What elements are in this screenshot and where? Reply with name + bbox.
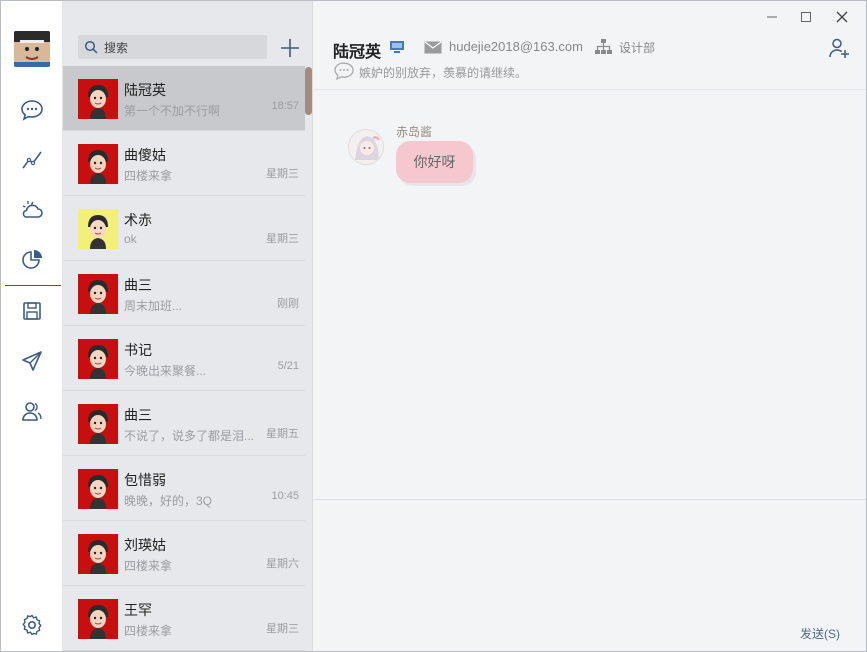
search-placeholder: 搜索 [104,40,129,55]
search-input[interactable]: 搜索 [78,35,267,59]
nav-chat-button[interactable] [1,90,62,130]
conversation-item[interactable]: 书记今晚出来聚餐... 5/21 [63,326,305,391]
chat-bubble-icon [20,100,43,121]
contact-avatar [78,599,118,639]
contact-avatar [78,144,118,184]
list-scrollbar[interactable] [305,67,312,115]
conversation-item[interactable]: 曲三不说了，说多了都是泪... 星期五 [63,391,305,456]
contact-name: 曲三 [124,277,152,293]
message-time: 星期三 [266,168,299,180]
send-plane-icon [21,351,42,371]
conversation-item[interactable]: 术赤 ok 星期三 [63,196,305,261]
close-button[interactable] [832,7,852,27]
nav-weather-button[interactable] [1,190,62,230]
contact-name: 陆冠英 [124,82,166,98]
sender-avatar[interactable] [348,129,384,165]
add-contact-button[interactable] [828,37,850,64]
header-divider [314,89,866,90]
message-time: 星期五 [266,428,299,440]
last-message: 晚晚，好的，3Q [124,494,213,508]
contact-name: 包惜弱 [124,472,166,488]
last-message: 四楼来拿 [124,559,173,573]
message-time: 刚刚 [277,298,299,310]
maximize-button[interactable] [796,7,816,27]
nav-stats-button[interactable] [1,240,62,280]
contact-name: 术赤 [124,212,152,228]
contact-avatar [78,79,118,119]
my-avatar[interactable] [14,31,50,67]
send-button[interactable]: 发送(S) [800,625,840,642]
contact-signature: 嫉妒的别放弃，羡慕的请继续。 [359,66,528,80]
last-message: ok [124,232,137,246]
floppy-disk-icon [22,302,41,320]
contact-avatar [78,209,118,249]
nav-send-button[interactable] [1,341,62,381]
message-bubble[interactable]: 你好呀 [396,141,473,183]
nav-save-button[interactable] [1,291,62,331]
last-message: 今晚出来聚餐... [124,364,207,378]
contact-name: 书记 [124,342,152,358]
nav-trend-button[interactable] [1,140,62,180]
contact-avatar [78,534,118,574]
message-time: 星期三 [266,233,299,245]
message-time: 星期三 [266,623,299,635]
contact-name: 曲傻姑 [124,147,166,163]
contact-name: 曲三 [124,407,152,423]
message-sender: 赤岛酱 [396,125,433,139]
app-window: 搜索 陆冠英 第一个不加不行啊 18:57 曲傻姑 四楼来拿 星期三 术赤 ok 星期三 曲三 周末… [0,0,867,652]
nav-separator [5,285,61,286]
contacts-icon [21,402,42,421]
conversation-item[interactable]: 包惜弱晚晚，好的，3Q 10:45 [63,456,305,521]
signature-bubble-icon [334,62,354,85]
last-message: 四楼来拿 [124,169,173,183]
contact-avatar [78,274,118,314]
mail-icon [424,41,442,59]
contact-email: hudejie2018@163.com [449,39,583,54]
nav-contacts-button[interactable] [1,391,62,431]
search-icon [84,40,98,54]
nav-settings-button[interactable] [1,605,62,645]
conversation-item[interactable]: 陆冠英第一个不加不行啊 18:57 [63,66,305,131]
contact-avatar [78,469,118,509]
message-time: 5/21 [277,360,299,372]
org-chart-icon [595,39,612,60]
last-message: 周末加班... [124,299,183,313]
plus-icon [281,39,299,57]
contact-avatar [78,404,118,444]
contact-department: 设计部 [619,41,656,55]
message-time: 18:57 [271,100,299,112]
weather-cloud-icon [22,201,43,218]
minimize-button[interactable] [762,7,782,27]
desktop-online-icon [389,39,405,60]
chat-title: 陆冠英 [333,44,382,61]
conversation-item[interactable]: 曲傻姑四楼来拿 星期三 [63,131,305,196]
maximize-icon [801,12,811,22]
conversation-list-panel: 搜索 陆冠英 第一个不加不行啊 18:57 曲傻姑 四楼来拿 星期三 术赤 ok 星期三 曲三 周末… [63,1,313,651]
contact-name: 王罕 [124,602,152,618]
contact-name: 刘瑛姑 [124,537,166,553]
add-button[interactable] [279,37,301,59]
conversation-list: 陆冠英 第一个不加不行啊 18:57 曲傻姑 四楼来拿 星期三 术赤 ok 星期三 曲三 周末加班.… [63,66,305,651]
add-person-icon [829,38,849,58]
last-message: 四楼来拿 [124,624,173,638]
conversation-item[interactable]: 曲三周末加班... 刚刚 [63,261,305,326]
last-message: 第一个不加不行啊 [124,104,221,118]
gear-icon [22,614,41,636]
message-time: 10:45 [271,490,299,502]
chat-pane: 陆冠英 hudejie2018@163.com 设计部 嫉妒的别放弃，羡慕的请继… [314,1,866,651]
last-message: 不说了，说多了都是泪... [124,429,255,443]
conversation-item[interactable]: 王罕四楼来拿 星期三 [63,586,305,651]
conversation-item[interactable]: 刘瑛姑四楼来拿 星期六 [63,521,305,586]
minimize-icon [767,16,777,18]
composer-divider [314,499,866,500]
close-icon [836,11,848,23]
pie-chart-icon [21,250,42,269]
message-time: 星期六 [266,558,299,570]
nav-rail [1,1,63,651]
trend-line-icon [21,151,42,169]
contact-avatar [78,339,118,379]
